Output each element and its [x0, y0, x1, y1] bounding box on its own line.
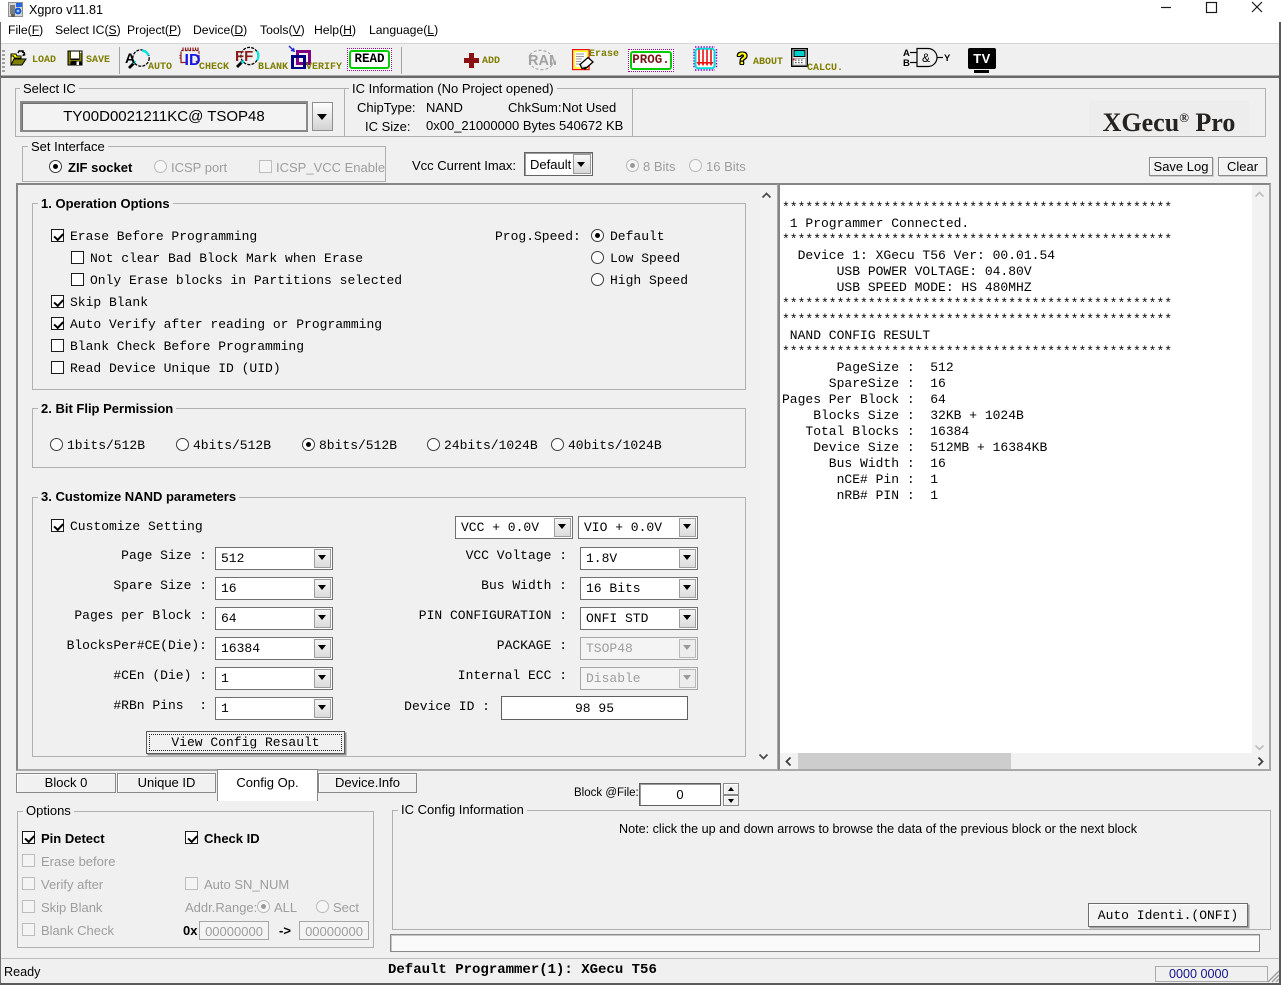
- svg-text:RAM: RAM: [528, 53, 556, 69]
- svg-text:A: A: [125, 50, 135, 66]
- svg-text:&: &: [922, 51, 930, 65]
- svg-text:Y: Y: [944, 53, 951, 64]
- svg-text:B: B: [903, 58, 910, 69]
- svg-text:FF: FF: [235, 48, 253, 65]
